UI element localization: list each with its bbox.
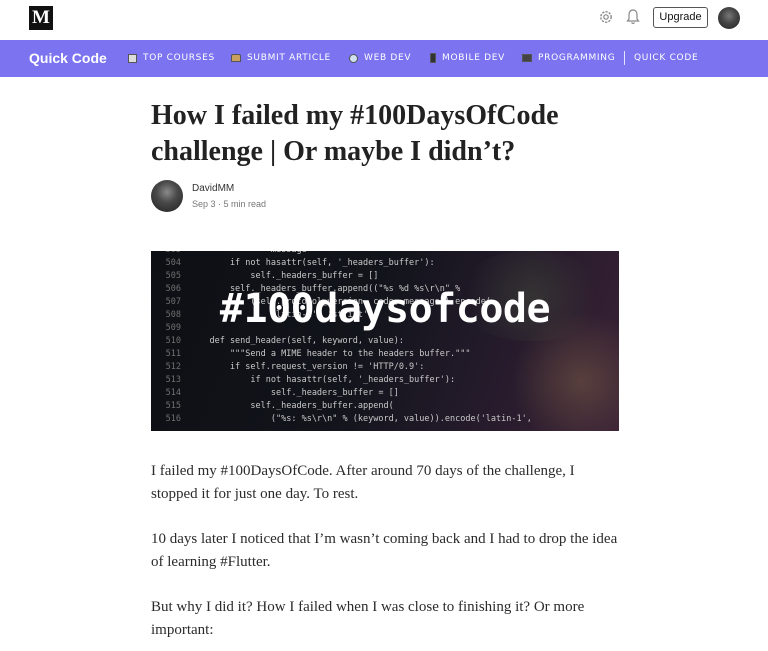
code-line: 516 ("%s: %s\r\n" % (keyword, value)).en… bbox=[151, 414, 532, 425]
code-line-number: 512 bbox=[165, 362, 181, 372]
code-line-number: 516 bbox=[165, 414, 181, 424]
code-line: 511 """Send a MIME header to the headers… bbox=[151, 349, 471, 360]
code-line-text: ("%s: %s\r\n" % (keyword, value)).encode… bbox=[189, 414, 532, 424]
code-line-text: if not hasattr(self, '_headers_buffer'): bbox=[189, 375, 456, 385]
nav-item-label: QUICK CODE bbox=[634, 53, 699, 63]
computer-icon bbox=[522, 54, 532, 62]
phone-icon bbox=[430, 53, 436, 63]
nav-item-label: PROGRAMMING bbox=[538, 53, 616, 63]
article-meta: Sep 3 · 5 min read bbox=[192, 199, 267, 209]
nav-item-label: MOBILE DEV bbox=[442, 53, 506, 63]
medium-logo[interactable]: M bbox=[29, 6, 53, 30]
code-line: 503 message = bbox=[151, 251, 317, 256]
nav-item-quick-code[interactable]: QUICK CODE bbox=[634, 53, 698, 63]
code-line: 504 if not hasattr(self, '_headers_buffe… bbox=[151, 258, 435, 269]
code-line-number: 515 bbox=[165, 401, 181, 411]
article-title: How I failed my #100DaysOfCode challenge… bbox=[151, 100, 559, 167]
nav-item-top-courses[interactable]: TOP COURSES bbox=[128, 53, 215, 63]
globe-icon bbox=[349, 53, 358, 63]
code-line: 505 self._headers_buffer = [] bbox=[151, 271, 379, 282]
nav-divider bbox=[624, 51, 625, 65]
code-line-text: """Send a MIME header to the headers buf… bbox=[189, 349, 471, 359]
code-line-number: 514 bbox=[165, 388, 181, 398]
code-line-text: def send_header(self, keyword, value): bbox=[189, 336, 404, 346]
user-avatar[interactable] bbox=[718, 7, 740, 29]
code-line-number: 504 bbox=[165, 258, 181, 268]
hero-headline: #100daysofcode bbox=[219, 286, 551, 332]
code-line: 515 self._headers_buffer.append( bbox=[151, 401, 394, 412]
book-icon bbox=[128, 53, 137, 63]
code-line-number: 511 bbox=[165, 349, 181, 359]
code-line: 513 if not hasattr(self, '_headers_buffe… bbox=[151, 375, 455, 386]
code-line-number: 503 bbox=[151, 251, 181, 255]
code-line-number: 510 bbox=[165, 336, 181, 346]
top-bar: M Upgrade bbox=[0, 0, 768, 40]
code-line-text: if not hasattr(self, '_headers_buffer'): bbox=[189, 258, 435, 268]
upgrade-button[interactable]: Upgrade bbox=[653, 7, 708, 28]
code-line-text: if self.request_version != 'HTTP/0.9': bbox=[189, 362, 425, 372]
article-paragraph: 10 days later I noticed that I’m wasn’t … bbox=[151, 531, 618, 570]
pencil-icon bbox=[231, 54, 241, 62]
code-line-number: 513 bbox=[165, 375, 181, 385]
nav-item-web-dev[interactable]: WEB DEV bbox=[349, 53, 411, 63]
nav-item-submit-article[interactable]: SUBMIT ARTICLE bbox=[231, 53, 331, 63]
article-paragraph: I failed my #100DaysOfCode. After around… bbox=[151, 463, 575, 502]
code-line-number: 505 bbox=[165, 271, 181, 281]
publication-brand[interactable]: Quick Code bbox=[29, 50, 107, 66]
author-name[interactable]: DavidMM bbox=[192, 183, 234, 194]
nav-item-programming[interactable]: PROGRAMMING bbox=[522, 53, 615, 63]
nav-item-mobile-dev[interactable]: MOBILE DEV bbox=[430, 53, 505, 63]
code-line-text: self._headers_buffer = [] bbox=[189, 388, 399, 398]
code-line: 514 self._headers_buffer = [] bbox=[151, 388, 399, 399]
hero-image: 503 message = 504 if not hasattr(self, '_… bbox=[151, 251, 619, 431]
code-line-text: self._headers_buffer = [] bbox=[189, 271, 379, 281]
article-paragraph: But why I did it? How I failed when I wa… bbox=[151, 599, 585, 638]
nav-item-label: WEB DEV bbox=[364, 53, 412, 63]
nav-item-label: TOP COURSES bbox=[143, 53, 215, 63]
publication-nav: Quick Code TOP COURSES SUBMIT ARTICLE WE… bbox=[0, 40, 768, 77]
code-line-text: self._headers_buffer.append( bbox=[189, 401, 394, 411]
bell-icon[interactable] bbox=[625, 8, 641, 26]
gear-icon[interactable] bbox=[598, 9, 614, 25]
code-line-text: message = bbox=[189, 251, 317, 255]
code-line: 510 def send_header(self, keyword, value… bbox=[151, 336, 404, 347]
code-line: 512 if self.request_version != 'HTTP/0.9… bbox=[151, 362, 425, 373]
author-avatar[interactable] bbox=[151, 180, 183, 212]
nav-item-label: SUBMIT ARTICLE bbox=[247, 53, 331, 63]
